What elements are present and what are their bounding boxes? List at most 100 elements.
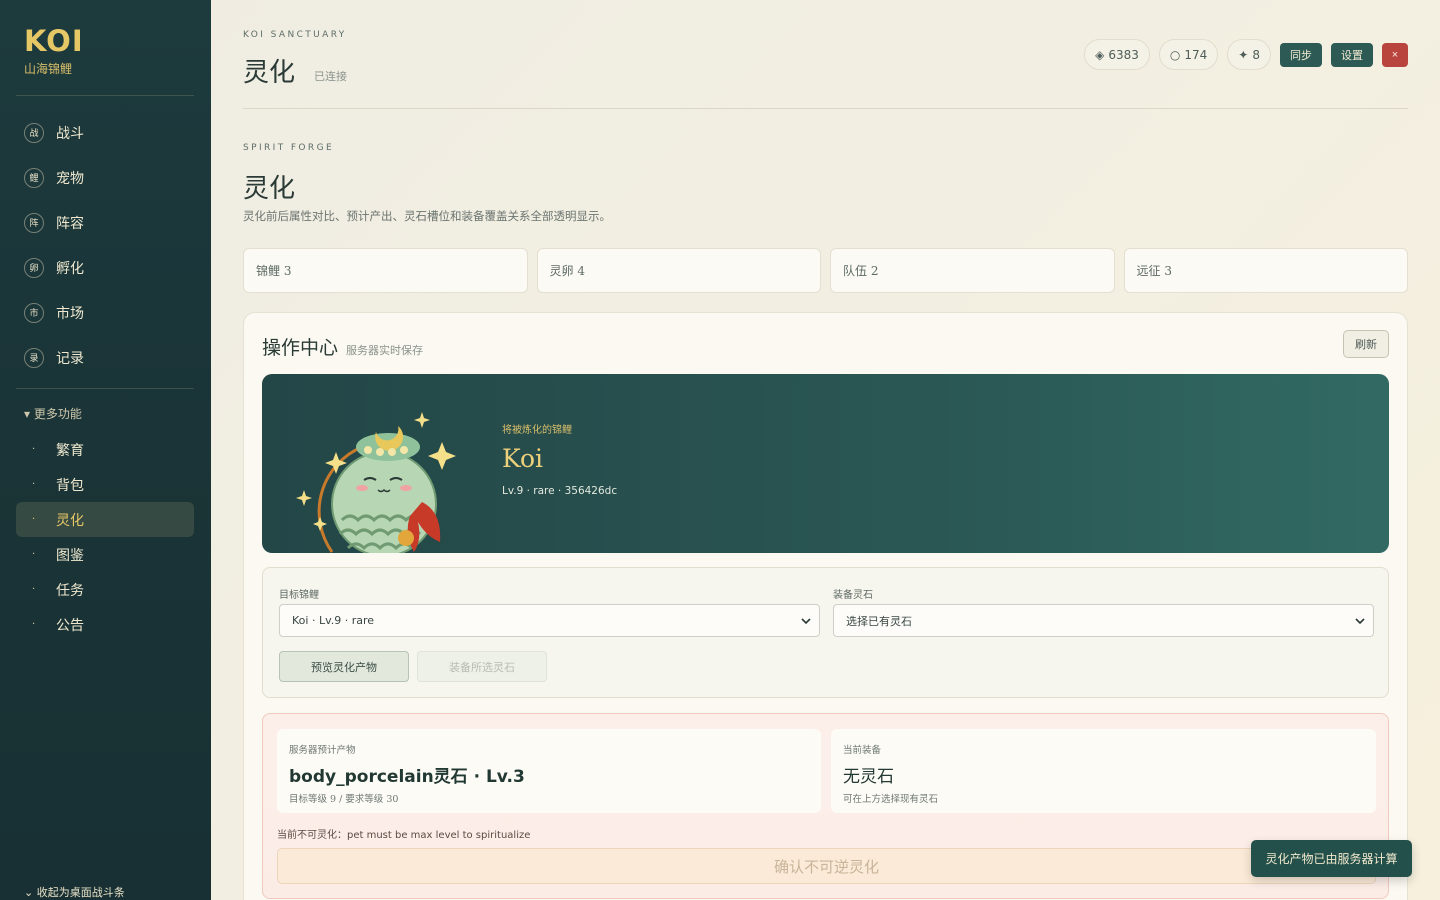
select-value: Koi · Lv.9 · rare: [292, 614, 375, 627]
nav-label: 记录: [56, 350, 84, 367]
page-title: 灵化: [243, 58, 296, 88]
currency-value: 8: [1252, 47, 1260, 62]
equip-stone-label: 装备灵石: [833, 590, 873, 601]
nav-item-hatch[interactable]: 卵 孵化: [16, 245, 194, 290]
currency-value: 174: [1184, 47, 1208, 62]
dot-icon: ·: [32, 549, 36, 560]
section-description: 灵化前后属性对比、预计产出、灵石槽位和装备覆盖关系全部透明显示。: [243, 209, 611, 223]
prediction-panel: 服务器预计产物 body_porcelain灵石 · Lv.3 目标等级 9 /…: [262, 713, 1389, 899]
connection-status: 已连接: [314, 70, 347, 83]
warning-prefix: 当前不可灵化：: [277, 830, 347, 841]
sidebar-divider: [16, 95, 194, 96]
stat-teams: 队伍 2: [830, 248, 1115, 293]
chevron-down-icon: [1355, 618, 1365, 625]
nav-label: 战斗: [56, 125, 84, 142]
output-note: 目标等级 9 / 要求等级 30: [289, 794, 399, 805]
equip-stone-button[interactable]: 装备所选灵石: [417, 651, 547, 682]
nav-item-pets[interactable]: 鲤 宠物: [16, 155, 194, 200]
close-button[interactable]: ×: [1382, 42, 1408, 67]
header-eyebrow: KOI SANCTUARY: [243, 30, 347, 40]
card-title: 操作中心: [262, 337, 339, 359]
main-content: KOI SANCTUARY 灵化 已连接 ◈ 6383 ○ 174 ✦ 8 同步…: [243, 0, 1408, 900]
stat-eggs: 灵卵 4: [536, 248, 821, 293]
dot-icon: ·: [32, 479, 36, 490]
dot-icon: ·: [32, 584, 36, 595]
stat-expeditions: 远征 3: [1123, 248, 1408, 293]
nav-item-market[interactable]: 市 市场: [16, 290, 194, 335]
sub-item-codex[interactable]: · 图鉴: [16, 537, 194, 572]
currency-coins: ○ 174: [1158, 39, 1219, 70]
nav-label: 市场: [56, 305, 84, 322]
currency-stars: ✦ 8: [1227, 39, 1271, 70]
current-note: 可在上方选择现有灵石: [843, 794, 939, 805]
output-value: body_porcelain灵石 · Lv.3: [289, 767, 525, 787]
sub-label: 任务: [56, 582, 84, 599]
hero-eyebrow: 将被炼化的锦鲤: [502, 425, 572, 436]
section-title: 灵化: [243, 174, 296, 204]
predicted-output-card: 服务器预计产物 body_porcelain灵石 · Lv.3 目标等级 9 /…: [277, 729, 821, 813]
coin-icon: ○: [1169, 47, 1181, 62]
warning-message: 当前不可灵化：pet must be max level to spiritua…: [277, 826, 530, 841]
currency-gems: ◈ 6383: [1084, 39, 1150, 70]
nav-label: 宠物: [56, 170, 84, 187]
gem-icon: ◈: [1095, 47, 1105, 62]
nav-item-battle[interactable]: 战 战斗: [16, 110, 194, 155]
battle-icon: 战: [24, 122, 44, 143]
sub-item-quests[interactable]: · 任务: [16, 572, 194, 607]
lineup-icon: 阵: [24, 212, 44, 233]
sub-item-announcements[interactable]: · 公告: [16, 607, 194, 642]
card-subtitle: 服务器实时保存: [346, 344, 423, 357]
koi-name: Koi: [502, 444, 544, 473]
collapse-to-battle-bar[interactable]: ⌄ 收起为桌面战斗条: [24, 884, 125, 900]
dot-icon: ·: [32, 444, 36, 455]
brand: KOI 山海锦鲤: [24, 26, 84, 77]
currency-value: 6383: [1108, 47, 1139, 62]
brand-title: KOI: [24, 24, 84, 58]
header-divider: [243, 108, 1408, 109]
sub-item-backpack[interactable]: · 背包: [16, 467, 194, 502]
sub-nav: · 繁育 · 背包 · 灵化 · 图鉴 · 任务 · 公告: [16, 432, 194, 642]
sub-label: 背包: [56, 477, 84, 494]
koi-spirit-icon: [296, 412, 456, 553]
header-actions: ◈ 6383 ○ 174 ✦ 8 同步 设置 ×: [1084, 39, 1408, 70]
warning-reason: pet must be max level to spiritualize: [347, 830, 531, 841]
toast-notification: 灵化产物已由服务器计算: [1251, 840, 1412, 877]
stats-row: 锦鲤 3 灵卵 4 队伍 2 远征 3: [243, 248, 1408, 293]
egg-icon: 卵: [24, 257, 44, 278]
target-koi-select[interactable]: Koi · Lv.9 · rare: [279, 604, 820, 637]
output-label: 服务器预计产物: [289, 745, 356, 756]
sub-label: 灵化: [56, 512, 84, 529]
nav-label: 孵化: [56, 260, 84, 277]
settings-button[interactable]: 设置: [1331, 42, 1373, 67]
sub-label: 图鉴: [56, 547, 84, 564]
spiritualize-form: 目标锦鲤 Koi · Lv.9 · rare 装备灵石 选择已有灵石 预览灵化产…: [262, 567, 1389, 698]
chevron-down-icon: [801, 618, 811, 625]
sub-item-breeding[interactable]: · 繁育: [16, 432, 194, 467]
sidebar: KOI 山海锦鲤 战 战斗 鲤 宠物 阵 阵容 卵 孵化 市 市场 录 记录 ▾…: [0, 0, 211, 900]
market-icon: 市: [24, 302, 44, 323]
sync-button[interactable]: 同步: [1280, 42, 1322, 67]
more-features-toggle[interactable]: ▾ 更多功能: [24, 405, 82, 422]
current-equipment-card: 当前装备 无灵石 可在上方选择现有灵石: [831, 729, 1376, 813]
sub-item-spiritualize[interactable]: · 灵化: [16, 502, 194, 537]
star-icon: ✦: [1238, 47, 1249, 62]
sub-label: 繁育: [56, 442, 84, 459]
sidebar-divider: [16, 388, 194, 389]
main-nav: 战 战斗 鲤 宠物 阵 阵容 卵 孵化 市 市场 录 记录: [16, 110, 194, 380]
nav-item-records[interactable]: 录 记录: [16, 335, 194, 380]
confirm-spiritualize-button[interactable]: 确认不可逆灵化: [277, 848, 1376, 884]
target-koi-label: 目标锦鲤: [279, 590, 319, 601]
brand-subtitle: 山海锦鲤: [24, 62, 73, 76]
target-koi-banner: 将被炼化的锦鲤 Koi Lv.9 · rare · 356426dc: [262, 374, 1389, 553]
nav-item-lineup[interactable]: 阵 阵容: [16, 200, 194, 245]
current-label: 当前装备: [843, 745, 882, 756]
dot-icon: ·: [32, 619, 36, 630]
refresh-button[interactable]: 刷新: [1343, 330, 1389, 358]
spirit-stone-select[interactable]: 选择已有灵石: [833, 604, 1374, 637]
preview-output-button[interactable]: 预览灵化产物: [279, 651, 409, 682]
sub-label: 公告: [56, 617, 84, 634]
records-icon: 录: [24, 347, 44, 368]
pet-icon: 鲤: [24, 167, 44, 188]
dot-icon: ·: [32, 514, 36, 525]
stat-koi: 锦鲤 3: [243, 248, 528, 293]
